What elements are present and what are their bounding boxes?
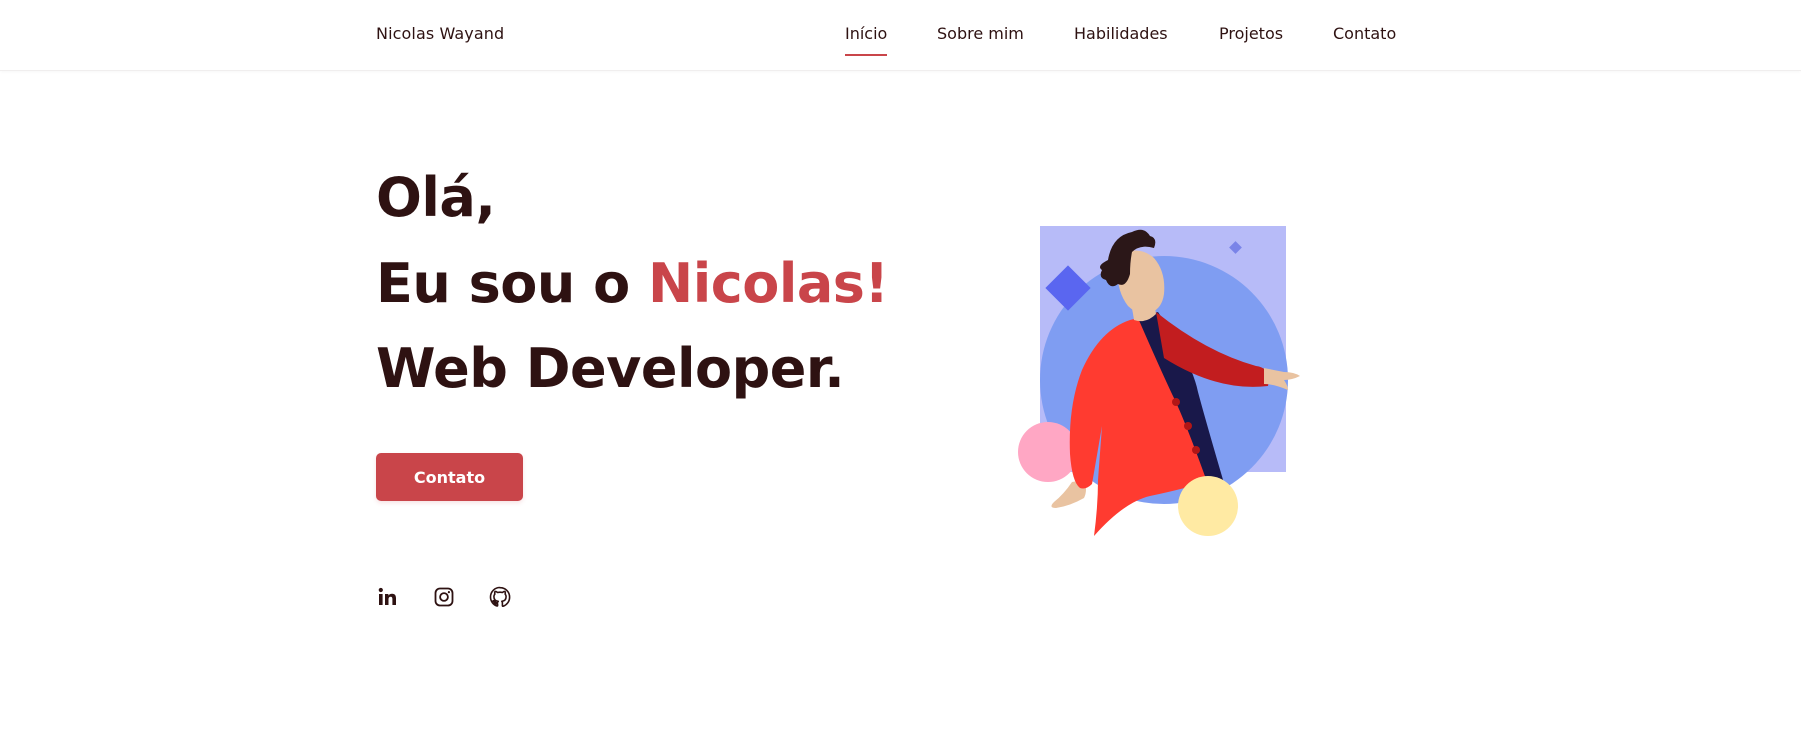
linkedin-link[interactable] <box>376 585 400 609</box>
social-links <box>376 585 516 611</box>
hero-illustration <box>1018 226 1300 536</box>
contact-button[interactable]: Contato <box>376 453 523 501</box>
illustration-yellow-circle <box>1178 476 1238 536</box>
nav-item-habilidades[interactable]: Habilidades <box>1074 24 1168 43</box>
nav-item-contato[interactable]: Contato <box>1333 24 1396 43</box>
instagram-link[interactable] <box>432 585 456 609</box>
brand-logo-text[interactable]: Nicolas Wayand <box>376 24 504 43</box>
hero-greeting: Olá, <box>376 166 496 229</box>
nav-item-projetos[interactable]: Projetos <box>1219 24 1283 43</box>
site-header: Nicolas Wayand Início Sobre mim Habilida… <box>0 0 1801 71</box>
hero-intro: Eu sou o Nicolas! <box>376 252 889 315</box>
hero-intro-name: Nicolas! <box>648 252 889 315</box>
github-link[interactable] <box>488 585 512 609</box>
instagram-icon <box>434 587 454 607</box>
hero-role: Web Developer. <box>376 337 845 400</box>
nav-item-sobre-mim[interactable]: Sobre mim <box>937 24 1024 43</box>
illustration-pink-circle <box>1018 422 1078 482</box>
github-icon <box>489 586 511 608</box>
nav-item-inicio[interactable]: Início <box>845 24 888 56</box>
hero-intro-prefix: Eu sou o <box>376 252 649 315</box>
linkedin-icon <box>378 587 396 605</box>
